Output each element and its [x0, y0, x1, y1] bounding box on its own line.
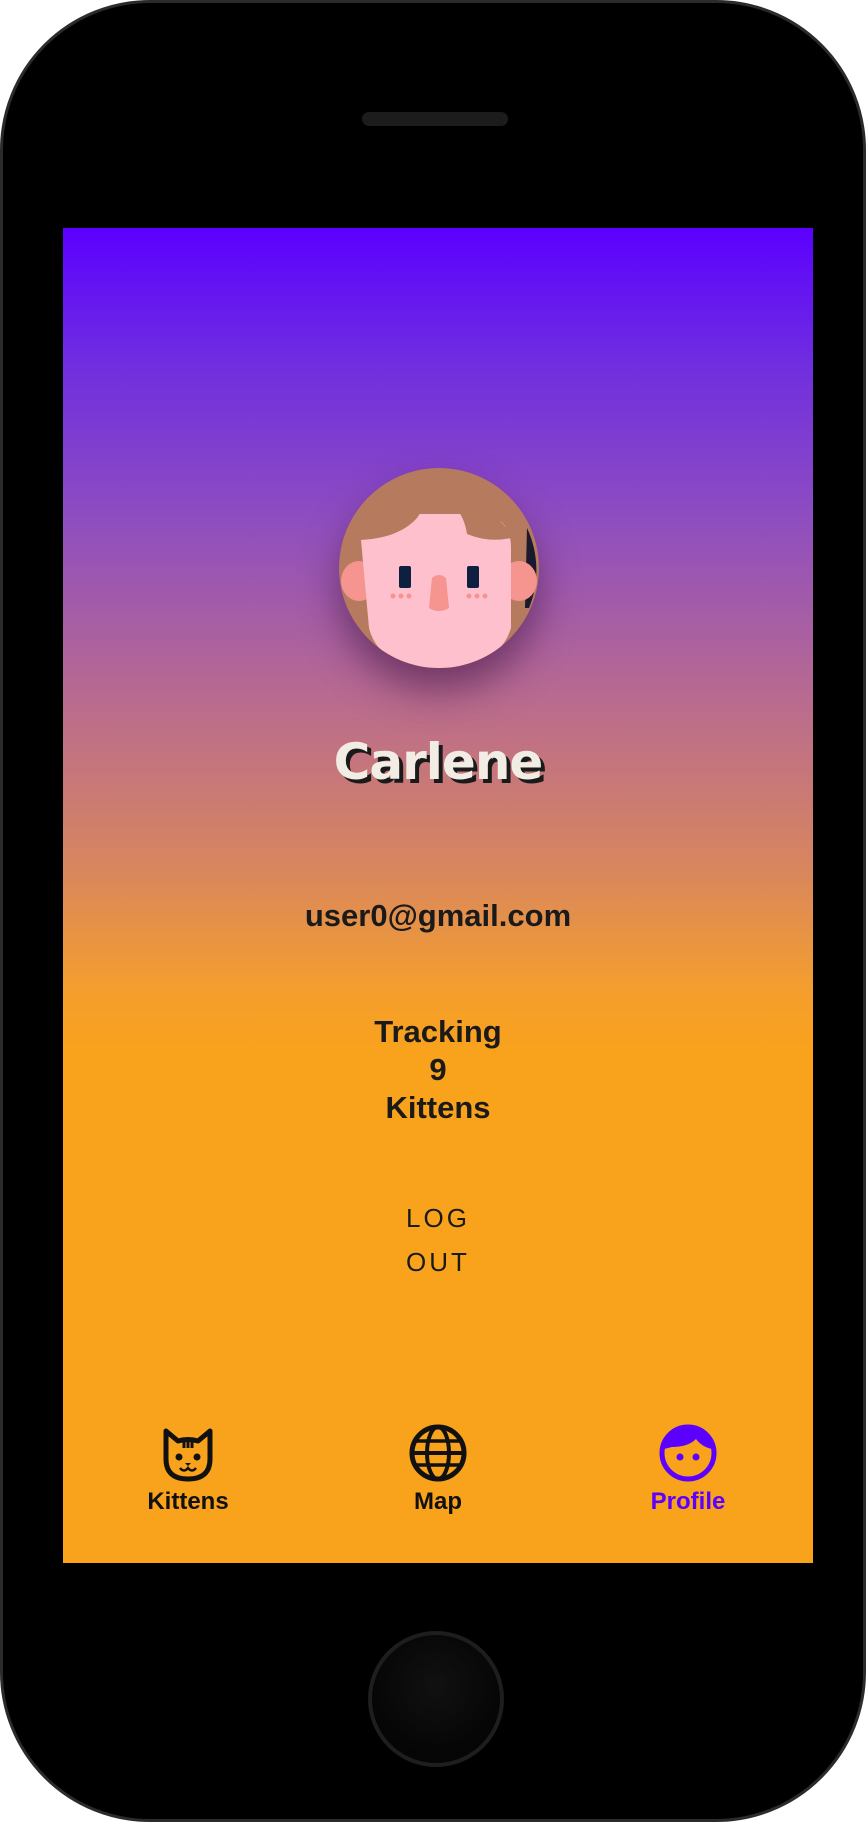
- tab-map-label: Map: [414, 1488, 462, 1515]
- tab-profile[interactable]: Profile: [563, 1423, 813, 1563]
- tracking-label: Tracking: [374, 1014, 502, 1049]
- phone-frame: Carlene user0@gmail.com Tracking 9 Kitte…: [0, 0, 866, 1822]
- tab-map[interactable]: Map: [313, 1423, 563, 1563]
- profile-name: Carlene: [333, 733, 544, 791]
- tracking-unit: Kittens: [385, 1090, 491, 1125]
- tracking-summary: Tracking 9 Kittens: [63, 1013, 813, 1127]
- avatar-face-illustration: [339, 468, 539, 668]
- home-button[interactable]: [368, 1631, 504, 1767]
- logout-button[interactable]: LOG OUT: [376, 1196, 500, 1277]
- tracking-count: 9: [429, 1052, 447, 1087]
- avatar: [339, 468, 539, 668]
- globe-icon: [408, 1423, 468, 1483]
- tab-profile-label: Profile: [650, 1488, 726, 1515]
- tab-kittens[interactable]: Kittens: [63, 1423, 313, 1563]
- bottom-tab-bar: Kittens Map Profile: [63, 1423, 813, 1563]
- face-icon: [658, 1423, 718, 1483]
- profile-screen: Carlene user0@gmail.com Tracking 9 Kitte…: [63, 228, 813, 1563]
- phone-speaker: [362, 112, 508, 126]
- profile-email: user0@gmail.com: [304, 898, 572, 933]
- cat-icon: [158, 1423, 218, 1483]
- tab-kittens-label: Kittens: [147, 1488, 229, 1515]
